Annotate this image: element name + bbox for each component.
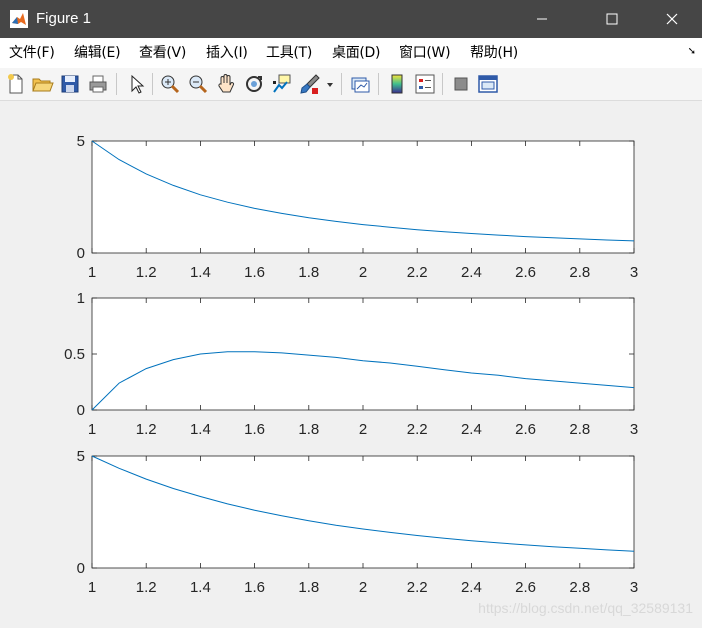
dock-arrow-icon[interactable]: ➘ — [688, 46, 696, 57]
menu-edit[interactable]: 编辑(E) — [74, 44, 121, 62]
y-tick-label: 0 — [77, 245, 85, 262]
window-title: Figure 1 — [36, 10, 92, 27]
x-tick-label: 2.6 — [515, 421, 536, 438]
x-tick-label: 2.4 — [461, 421, 482, 438]
data-cursor-icon[interactable] — [270, 72, 294, 96]
menu-desktop[interactable]: 桌面(D) — [332, 44, 381, 62]
x-tick-label: 2.8 — [569, 421, 590, 438]
x-tick-label: 2 — [359, 579, 367, 596]
x-tick-label: 2.8 — [569, 579, 590, 596]
print-icon[interactable] — [86, 72, 110, 96]
toolbar-separator — [152, 73, 153, 95]
matlab-logo-icon — [10, 10, 28, 28]
y-tick-label: 1 — [77, 290, 85, 307]
open-folder-icon[interactable] — [30, 72, 54, 96]
x-tick-label: 1.8 — [298, 579, 319, 596]
x-tick-label: 1.6 — [244, 579, 265, 596]
rotate-3d-icon[interactable] — [242, 72, 266, 96]
colorbar-icon[interactable] — [385, 72, 409, 96]
axes-2-box — [91, 297, 635, 411]
show-plot-tools-icon[interactable] — [476, 72, 500, 96]
y-tick-label: 0 — [77, 560, 85, 577]
menu-tools[interactable]: 工具(T) — [266, 44, 312, 62]
zoom-in-icon[interactable] — [158, 72, 182, 96]
x-tick-label: 1 — [88, 421, 96, 438]
menu-window[interactable]: 窗口(W) — [399, 44, 451, 62]
brush-icon[interactable] — [298, 72, 322, 96]
x-tick-label: 2.4 — [461, 264, 482, 281]
x-tick-label: 2.2 — [407, 421, 428, 438]
close-icon — [666, 13, 678, 25]
x-tick-label: 3 — [630, 579, 638, 596]
x-tick-label: 2 — [359, 421, 367, 438]
y-tick-label: 5 — [77, 448, 85, 465]
axes-1-box — [91, 140, 635, 254]
x-tick-label: 2.6 — [515, 264, 536, 281]
save-icon[interactable] — [58, 72, 82, 96]
toolbar-separator — [116, 73, 117, 95]
x-tick-label: 1.2 — [136, 421, 157, 438]
menu-file[interactable]: 文件(F) — [9, 44, 55, 62]
pan-hand-icon[interactable] — [214, 72, 238, 96]
close-button[interactable] — [649, 0, 695, 38]
x-tick-label: 1.2 — [136, 579, 157, 596]
y-tick-label: 5 — [77, 133, 85, 150]
x-tick-label: 1.8 — [298, 264, 319, 281]
x-tick-label: 2.4 — [461, 579, 482, 596]
x-tick-label: 3 — [630, 264, 638, 281]
maximize-button[interactable] — [589, 0, 635, 38]
axes-3-box — [91, 455, 635, 569]
toolbar-separator — [378, 73, 379, 95]
brush-dropdown-icon[interactable] — [324, 72, 336, 96]
y-tick-label: 0 — [77, 402, 85, 419]
y-tick-label: 0.5 — [64, 346, 85, 363]
pointer-icon[interactable] — [124, 72, 148, 96]
toolbar-separator — [442, 73, 443, 95]
hide-plot-tools-icon[interactable] — [449, 72, 473, 96]
menu-insert[interactable]: 插入(I) — [206, 44, 248, 62]
figure-canvas: 1 1.2 1.4 1.6 1.8 2 2.2 2.4 2.6 2.8 3051 1.2 1.4 1.6 1… — [64, 133, 693, 616]
menu-view[interactable]: 查看(V) — [139, 44, 186, 62]
x-tick-label: 2.2 — [407, 579, 428, 596]
title-bar: Figure 1 — [0, 0, 702, 38]
menu-bar: 文件(F) 编辑(E) 查看(V) 插入(I) 工具(T) 桌面(D) 窗口(W… — [0, 38, 702, 68]
axes-1[interactable] — [91, 140, 635, 254]
zoom-out-icon[interactable] — [186, 72, 210, 96]
toolbar-separator — [341, 73, 342, 95]
x-tick-label: 1.4 — [190, 264, 211, 281]
x-tick-label: 2.6 — [515, 579, 536, 596]
x-tick-label: 1.8 — [298, 421, 319, 438]
figure-toolbar — [0, 68, 702, 101]
link-plot-icon[interactable] — [348, 72, 372, 96]
menu-help[interactable]: 帮助(H) — [470, 44, 518, 62]
minimize-button[interactable] — [519, 0, 565, 38]
x-tick-label: 2.8 — [569, 264, 590, 281]
new-file-icon[interactable] — [4, 72, 28, 96]
axes-2[interactable] — [91, 297, 635, 411]
minimize-icon — [537, 18, 547, 20]
x-tick-label: 1 — [88, 264, 96, 281]
x-tick-label: 1.4 — [190, 579, 211, 596]
x-tick-label: 1.2 — [136, 264, 157, 281]
maximize-icon — [606, 13, 618, 25]
axes-3[interactable] — [91, 455, 635, 569]
x-tick-label: 1.6 — [244, 421, 265, 438]
x-tick-label: 2.2 — [407, 264, 428, 281]
legend-icon[interactable] — [413, 72, 437, 96]
x-tick-label: 2 — [359, 264, 367, 281]
watermark-text: https://blog.csdn.net/qq_32589131 — [478, 600, 693, 616]
x-tick-label: 1.4 — [190, 421, 211, 438]
x-tick-label: 3 — [630, 421, 638, 438]
x-tick-label: 1.6 — [244, 264, 265, 281]
x-tick-label: 1 — [88, 579, 96, 596]
